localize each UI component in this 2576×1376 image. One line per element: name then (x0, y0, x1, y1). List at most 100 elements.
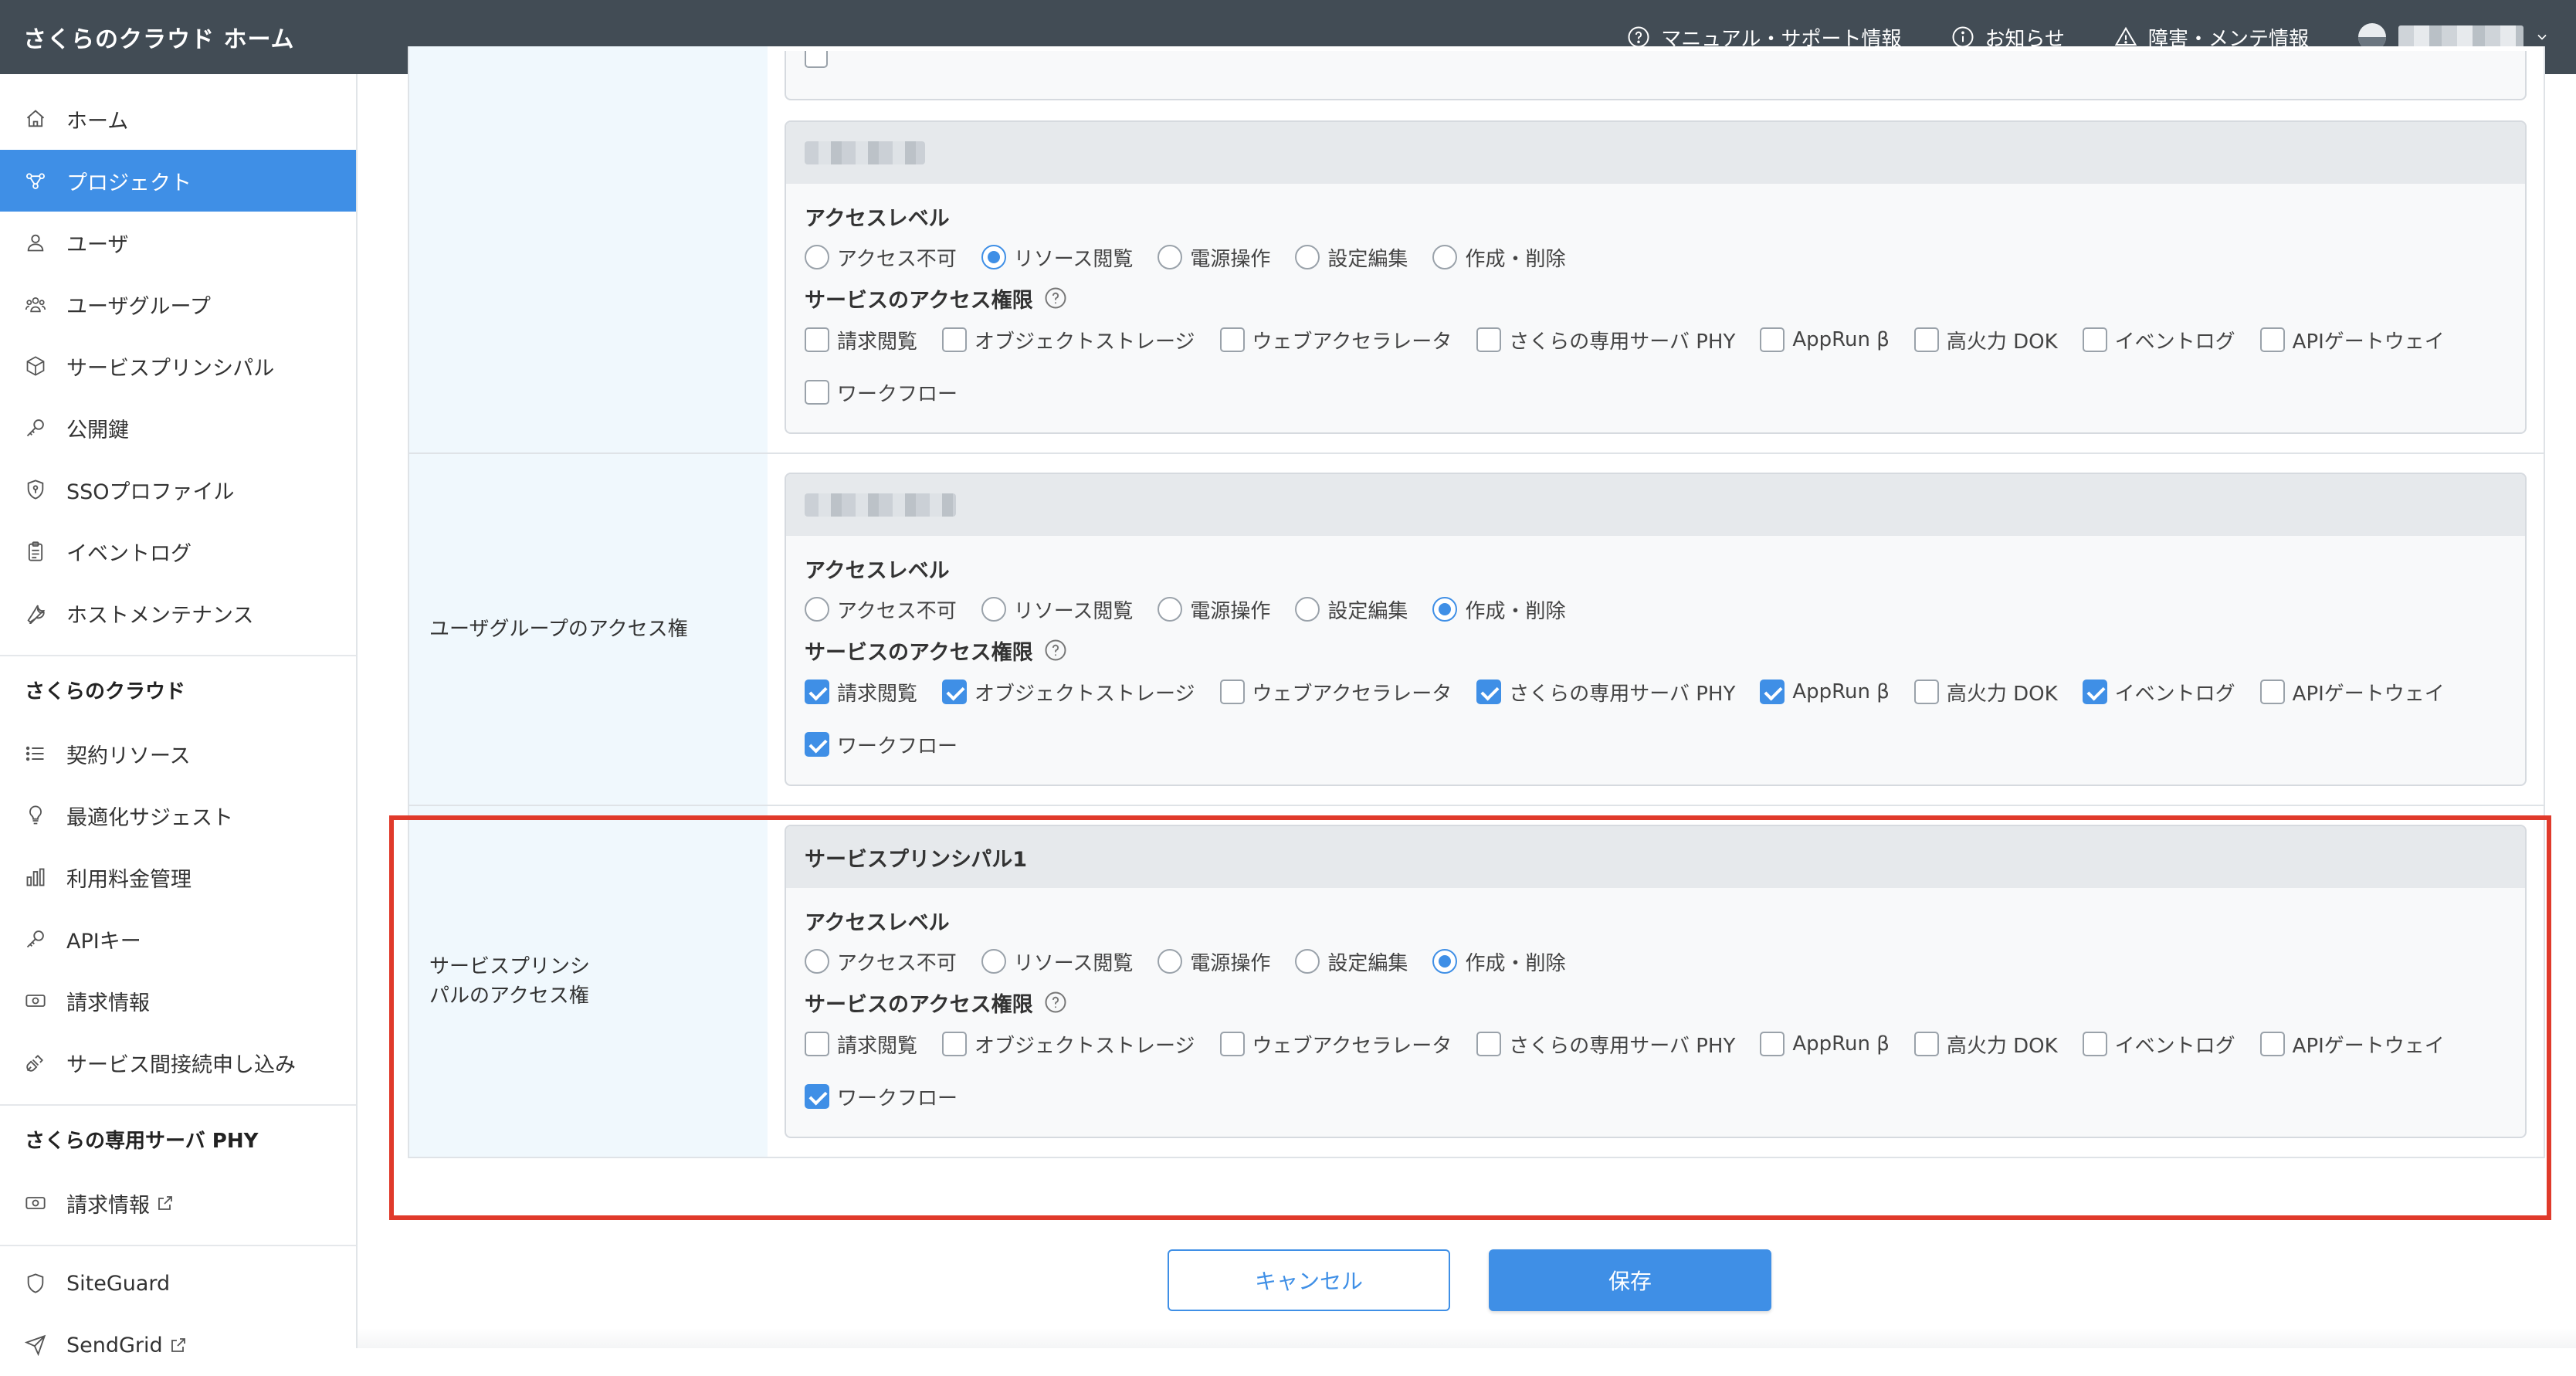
sidebar-item-service-connection[interactable]: サービス間接続申し込み (0, 1032, 356, 1093)
sp-checkbox-event-log[interactable]: イベントログ (2082, 1018, 2235, 1070)
group-checkbox-billing-view[interactable]: 請求閲覧 (805, 666, 917, 718)
help-icon[interactable] (1044, 991, 1067, 1014)
sidebar-item-billing-info[interactable]: 請求情報 (0, 970, 356, 1032)
sidebar-item-event-log[interactable]: イベントログ (0, 520, 356, 582)
group-checkbox-apprun[interactable]: AppRun β (1760, 666, 1890, 718)
radio-button[interactable] (1158, 245, 1183, 269)
checkbox[interactable] (2259, 680, 2285, 704)
user-radio-config-edit[interactable]: 設定編集 (1295, 243, 1408, 272)
checkbox[interactable] (2082, 680, 2107, 704)
radio-button[interactable] (1158, 597, 1183, 622)
group-checkbox-event-log[interactable]: イベントログ (2082, 666, 2235, 718)
radio-button[interactable] (1158, 949, 1183, 974)
group-radio-config-edit[interactable]: 設定編集 (1295, 595, 1408, 624)
checkbox[interactable] (2082, 1032, 2107, 1056)
checkbox[interactable] (1913, 327, 1939, 352)
help-icon[interactable] (1044, 639, 1067, 662)
help-icon[interactable] (1044, 286, 1067, 310)
user-radio-power-ops[interactable]: 電源操作 (1158, 243, 1270, 272)
sidebar-item-phy-billing[interactable]: 請求情報 (0, 1172, 356, 1234)
radio-button[interactable] (805, 597, 829, 622)
checkbox[interactable] (805, 732, 829, 757)
sidebar-item-host-maintenance[interactable]: ホストメンテナンス (0, 582, 356, 644)
radio-button[interactable] (981, 245, 1006, 269)
sp-checkbox-api-gateway[interactable]: APIゲートウェイ (2259, 1018, 2445, 1070)
radio-button[interactable] (1295, 949, 1320, 974)
checkbox[interactable] (1760, 1032, 1785, 1056)
user-checkbox-event-log[interactable]: イベントログ (2082, 313, 2235, 366)
group-radio-no-access[interactable]: アクセス不可 (805, 595, 957, 624)
radio-button[interactable] (981, 949, 1006, 974)
checkbox[interactable] (1760, 680, 1785, 704)
sidebar-item-siteguard[interactable]: SiteGuard (0, 1252, 356, 1314)
user-checkbox-apprun[interactable]: AppRun β (1760, 313, 1890, 366)
group-checkbox-dok[interactable]: 高火力 DOK (1913, 666, 2058, 718)
group-checkbox-web-accelerator[interactable]: ウェブアクセラレータ (1219, 666, 1452, 718)
checkbox[interactable] (1219, 1032, 1245, 1056)
sidebar-item-home[interactable]: ホーム (0, 88, 356, 150)
radio-button[interactable] (805, 949, 829, 974)
sidebar-item-user[interactable]: ユーザ (0, 212, 356, 273)
user-radio-no-access[interactable]: アクセス不可 (805, 243, 957, 272)
sp-checkbox-web-accelerator[interactable]: ウェブアクセラレータ (1219, 1018, 1452, 1070)
user-radio-resource-view[interactable]: リソース閲覧 (981, 243, 1133, 272)
sidebar-item-user-group[interactable]: ユーザグループ (0, 273, 356, 335)
checkbox[interactable] (805, 380, 829, 405)
checkbox[interactable] (1219, 327, 1245, 352)
checkbox[interactable] (2259, 1032, 2285, 1056)
group-radio-create-delete[interactable]: 作成・削除 (1432, 595, 1565, 624)
checkbox[interactable] (1913, 680, 1939, 704)
cancel-button[interactable]: キャンセル (1168, 1249, 1450, 1311)
checkbox[interactable] (942, 1032, 968, 1056)
sp-checkbox-workflow[interactable]: ワークフロー (805, 1070, 958, 1123)
sp-radio-config-edit[interactable]: 設定編集 (1295, 947, 1408, 976)
sp-checkbox-dok[interactable]: 高火力 DOK (1913, 1018, 2058, 1070)
user-checkbox-phy-server[interactable]: さくらの専用サーバ PHY (1476, 313, 1735, 366)
checkbox[interactable] (2082, 327, 2107, 352)
sidebar-item-api-key[interactable]: APIキー (0, 908, 356, 970)
sidebar-item-public-key[interactable]: 公開鍵 (0, 397, 356, 459)
checkbox[interactable] (2259, 327, 2285, 352)
app-title[interactable]: さくらのクラウド ホーム (23, 20, 295, 54)
sp-checkbox-billing-view[interactable]: 請求閲覧 (805, 1018, 917, 1070)
sp-radio-power-ops[interactable]: 電源操作 (1158, 947, 1270, 976)
radio-button[interactable] (1295, 597, 1320, 622)
sidebar-item-project[interactable]: プロジェクト (0, 150, 356, 212)
checkbox[interactable] (942, 680, 968, 704)
sp-radio-create-delete[interactable]: 作成・削除 (1432, 947, 1565, 976)
radio-button[interactable] (981, 597, 1006, 622)
group-checkbox-workflow[interactable]: ワークフロー (805, 718, 958, 771)
checkbox[interactable] (1913, 1032, 1939, 1056)
group-radio-resource-view[interactable]: リソース閲覧 (981, 595, 1133, 624)
sidebar-item-contract-resources[interactable]: 契約リソース (0, 723, 356, 785)
checkbox[interactable] (942, 327, 968, 352)
checkbox[interactable] (805, 1084, 829, 1109)
user-checkbox-web-accelerator[interactable]: ウェブアクセラレータ (1219, 313, 1452, 366)
checkbox-partial[interactable] (805, 51, 828, 68)
sp-checkbox-phy-server[interactable]: さくらの専用サーバ PHY (1476, 1018, 1735, 1070)
sp-checkbox-apprun[interactable]: AppRun β (1760, 1018, 1890, 1070)
user-radio-create-delete[interactable]: 作成・削除 (1432, 243, 1565, 272)
checkbox[interactable] (805, 327, 829, 352)
user-checkbox-workflow[interactable]: ワークフロー (805, 366, 958, 419)
checkbox[interactable] (1760, 327, 1785, 352)
radio-button[interactable] (805, 245, 829, 269)
group-checkbox-object-storage[interactable]: オブジェクトストレージ (942, 666, 1195, 718)
user-checkbox-dok[interactable]: 高火力 DOK (1913, 313, 2058, 366)
checkbox[interactable] (805, 1032, 829, 1056)
group-checkbox-phy-server[interactable]: さくらの専用サーバ PHY (1476, 666, 1735, 718)
checkbox[interactable] (1476, 1032, 1502, 1056)
sp-radio-no-access[interactable]: アクセス不可 (805, 947, 957, 976)
sidebar-item-service-principal[interactable]: サービスプリンシパル (0, 335, 356, 397)
user-checkbox-billing-view[interactable]: 請求閲覧 (805, 313, 917, 366)
radio-button[interactable] (1295, 245, 1320, 269)
sidebar-item-sso-profile[interactable]: SSOプロファイル (0, 459, 356, 520)
checkbox[interactable] (1219, 680, 1245, 704)
group-radio-power-ops[interactable]: 電源操作 (1158, 595, 1270, 624)
sidebar-item-sendgrid[interactable]: SendGrid (0, 1314, 356, 1376)
sp-checkbox-object-storage[interactable]: オブジェクトストレージ (942, 1018, 1195, 1070)
checkbox[interactable] (1476, 327, 1502, 352)
sidebar-item-billing-management[interactable]: 利用料金管理 (0, 846, 356, 908)
radio-button[interactable] (1432, 245, 1458, 269)
checkbox[interactable] (1476, 680, 1502, 704)
